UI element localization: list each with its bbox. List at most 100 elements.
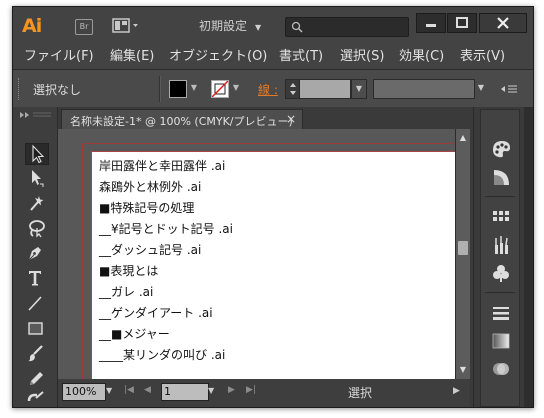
gradient-panel-button[interactable] — [490, 330, 512, 352]
next-page-icon[interactable]: ▶ — [228, 385, 235, 395]
menu-file[interactable]: ファイル(F) — [24, 49, 94, 65]
zoom-dropdown-icon[interactable]: ▼ — [106, 383, 118, 399]
illustrator-window: Ai Br 初期設定 ▼ ファイル(F) 編集(E) オブジェクト(O) 書式(… — [12, 6, 534, 408]
stroke-dropdown-icon[interactable]: ▼ — [231, 81, 241, 95]
artboard[interactable]: 岸田露伴と幸田露伴 .ai 森鴎外と林例外 .ai ■特殊記号の処理 __¥記号… — [91, 151, 455, 379]
brushes-panel-button[interactable] — [490, 234, 512, 256]
selection-status: 選択なし — [33, 83, 82, 97]
selection-tool[interactable] — [25, 143, 49, 165]
stroke-panel-button[interactable] — [490, 302, 512, 324]
symbols-panel-button[interactable] — [490, 262, 512, 284]
menu-select[interactable]: 選択(S) — [340, 49, 384, 65]
list-item: __ゲンダイアート .ai — [99, 306, 213, 320]
title-bar: Ai Br 初期設定 ▼ — [13, 7, 533, 45]
control-bar-grip[interactable] — [18, 78, 22, 100]
page-field[interactable]: 1 — [161, 383, 209, 401]
direct-selection-tool-icon — [32, 170, 44, 187]
status-menu-icon[interactable]: ▶ — [453, 386, 460, 396]
stroke-weight-field[interactable] — [299, 79, 351, 99]
magic-wand-tool[interactable] — [25, 193, 47, 213]
pencil-tool[interactable] — [25, 368, 47, 388]
menu-object[interactable]: オブジェクト(O) — [169, 49, 267, 65]
lasso-tool-icon — [29, 220, 45, 238]
canvas-area[interactable]: 岸田露伴と幸田露伴 .ai 森鴎外と林例外 .ai ■特殊記号の処理 __¥記号… — [58, 129, 455, 379]
menu-view[interactable]: 表示(V) — [460, 49, 505, 65]
stroke-swatch[interactable] — [211, 80, 229, 98]
control-bar: 選択なし ▼ ▼ 線 : ▼ ▼ — [13, 70, 533, 107]
color-guide-button[interactable] — [490, 166, 512, 188]
transparency-panel-button[interactable] — [490, 358, 512, 380]
minimize-button[interactable] — [416, 13, 446, 33]
swatches-panel-button[interactable] — [490, 206, 512, 228]
workspace-label: 初期設定 — [199, 19, 248, 33]
dock-scrollbar[interactable] — [524, 107, 533, 407]
symbols-panel-icon — [493, 265, 509, 282]
stroke-weight-dropdown[interactable]: ▼ — [351, 79, 367, 99]
search-input[interactable] — [306, 19, 406, 35]
bridge-button[interactable]: Br — [75, 19, 93, 35]
type-tool[interactable] — [25, 268, 47, 288]
status-mode: 選択 — [348, 386, 373, 400]
document-tab-bar: 名称未設定-1* @ 100% (CMYK/プレビュー) × — [58, 107, 478, 130]
line-tool[interactable] — [25, 293, 47, 313]
stroke-panel-icon — [493, 307, 509, 320]
brushes-panel-icon — [495, 236, 508, 254]
close-icon[interactable]: × — [286, 112, 296, 126]
chevron-down-icon: ▼ — [255, 23, 262, 32]
selection-tool-icon — [32, 144, 45, 164]
scroll-down-icon[interactable]: ▼ — [456, 363, 470, 377]
arrange-documents-button[interactable] — [112, 18, 140, 34]
blob-brush-tool[interactable] — [25, 389, 47, 407]
first-page-icon[interactable]: |◀ — [124, 385, 134, 395]
menu-effect[interactable]: 効果(C) — [399, 49, 444, 65]
color-guide-icon — [494, 170, 509, 185]
zoom-field[interactable]: 100% — [62, 383, 106, 401]
list-item: __ダッシュ記号 .ai — [99, 243, 202, 257]
paintbrush-tool[interactable] — [25, 343, 47, 363]
last-page-icon[interactable]: ▶| — [246, 385, 256, 395]
list-item: __¥記号とドット記号 .ai — [99, 222, 233, 236]
list-item: __ガレ .ai — [99, 285, 154, 299]
profile-dropdown-icon[interactable]: ▼ — [475, 79, 487, 97]
pen-tool[interactable] — [25, 243, 47, 263]
page-dropdown-icon[interactable]: ▼ — [208, 383, 220, 399]
panel-collapse-icon[interactable] — [17, 111, 53, 119]
direct-selection-tool[interactable] — [25, 168, 47, 188]
paintbrush-tool-icon — [28, 345, 43, 362]
list-item: ■特殊記号の処理 — [99, 201, 195, 215]
workspace-switcher[interactable]: 初期設定 ▼ — [199, 18, 261, 34]
variable-width-profile[interactable] — [373, 79, 475, 99]
menu-type[interactable]: 書式(T) — [279, 49, 323, 65]
previous-page-icon[interactable]: ◀ — [144, 385, 151, 395]
close-window-button[interactable] — [479, 13, 527, 33]
fill-dropdown-icon[interactable]: ▼ — [189, 81, 199, 95]
stroke-weight-label[interactable]: 線 : — [258, 81, 278, 98]
bleed-guide — [82, 143, 83, 379]
divider — [485, 196, 515, 197]
lasso-tool[interactable] — [25, 218, 47, 238]
document-tab-title: 名称未設定-1* @ 100% (CMYK/プレビュー) — [70, 115, 293, 128]
minimize-icon — [426, 24, 436, 27]
list-item: 森鴎外と林例外 .ai — [99, 180, 202, 194]
fill-swatch[interactable] — [169, 80, 187, 98]
search-field[interactable] — [285, 17, 409, 37]
pencil-tool-icon — [30, 372, 43, 385]
divider — [159, 76, 161, 102]
maximize-button[interactable] — [447, 13, 477, 33]
blob-brush-tool-icon — [27, 391, 44, 402]
rectangle-tool[interactable] — [25, 318, 47, 338]
scroll-up-icon[interactable]: ▲ — [456, 131, 470, 145]
gradient-panel-icon — [492, 333, 510, 349]
document-tab[interactable]: 名称未設定-1* @ 100% (CMYK/プレビュー) × — [61, 109, 303, 130]
list-item: 岸田露伴と幸田露伴 .ai — [99, 159, 226, 173]
menu-edit[interactable]: 編集(E) — [110, 49, 154, 65]
no-stroke-icon — [212, 81, 228, 97]
vertical-scrollbar[interactable]: ▲ ▼ — [455, 129, 470, 379]
bleed-guide — [82, 143, 455, 144]
list-item: ____某リンダの叫び .ai — [99, 348, 226, 362]
panel-menu-icon — [501, 85, 517, 93]
maximize-icon — [456, 17, 468, 28]
scroll-thumb[interactable] — [458, 241, 468, 255]
panel-menu-button[interactable] — [497, 82, 521, 96]
color-panel-button[interactable] — [490, 138, 512, 160]
